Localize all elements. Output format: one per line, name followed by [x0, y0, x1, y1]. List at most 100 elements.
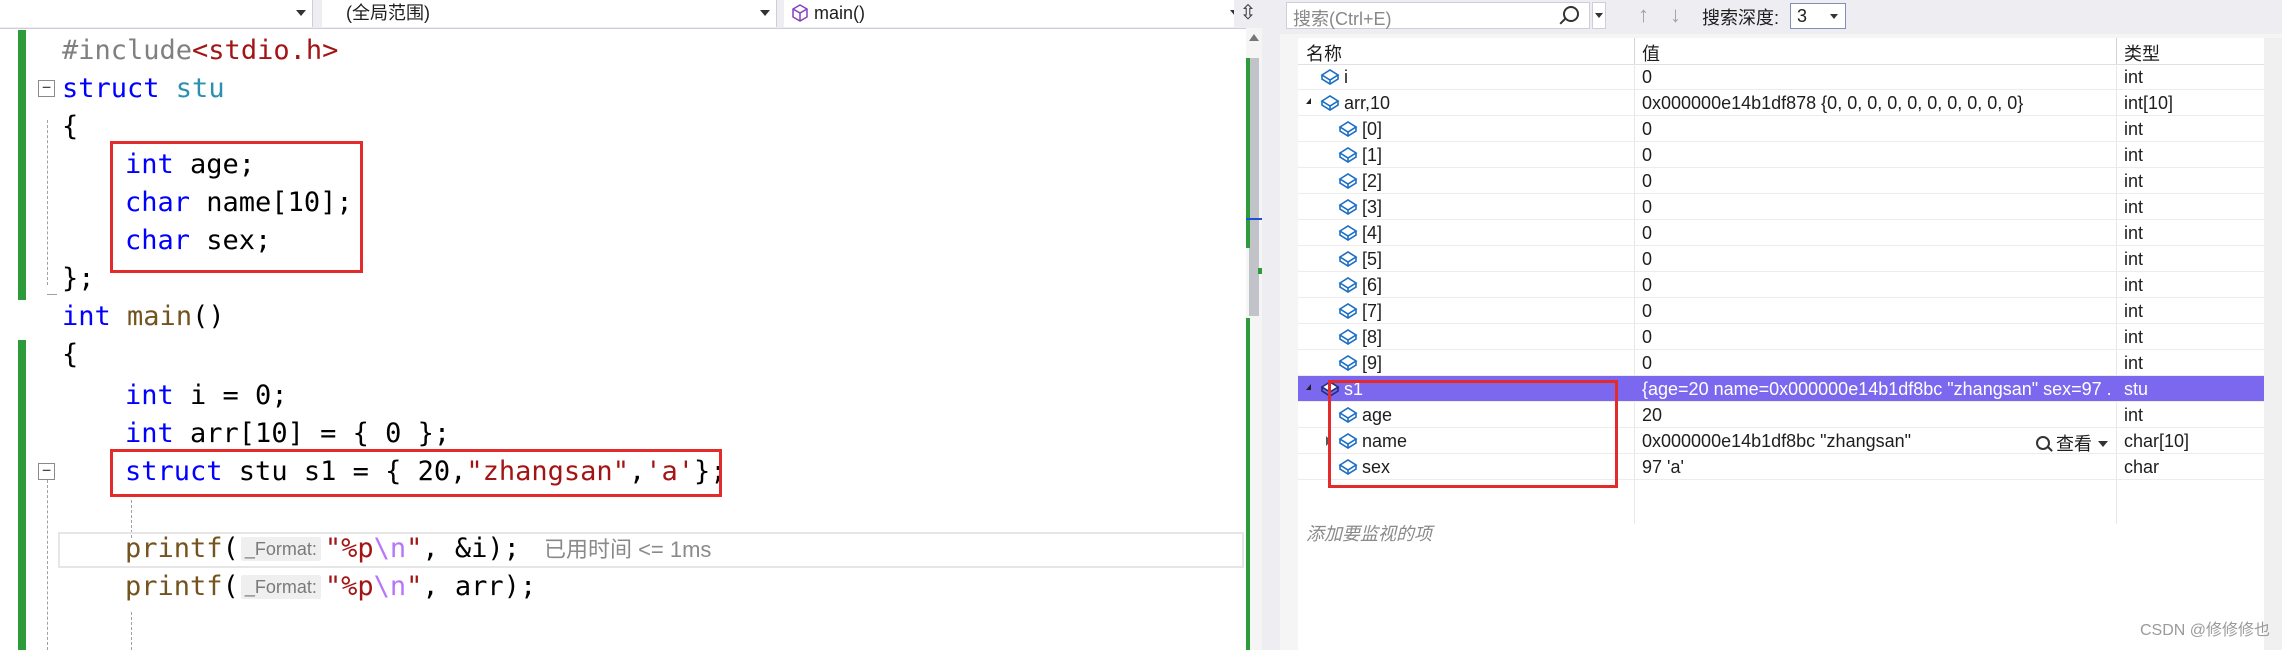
- code-line[interactable]: int i = 0;: [125, 377, 288, 415]
- watch-row-name: [5]: [1362, 249, 1383, 269]
- watch-row-value[interactable]: 0: [1642, 197, 2110, 218]
- expand-toggle-icon[interactable]: [1306, 384, 1311, 390]
- column-header-value[interactable]: 值: [1642, 40, 1660, 66]
- indent-guide: [131, 612, 132, 650]
- watch-row[interactable]: [4] 0 int: [1298, 220, 2264, 246]
- watch-row-value[interactable]: 97 'a': [1642, 457, 2110, 478]
- watch-row-type: char[10]: [2124, 431, 2190, 451]
- watch-row-value[interactable]: {age=20 name=0x000000e14b1df8bc "zhangsa…: [1642, 379, 2110, 400]
- watch-row-value[interactable]: 20: [1642, 405, 2110, 426]
- watch-window: 搜索(Ctrl+E) ↑ ↓ 搜索深度: 3 名称 值 类型 i 0 int arr,…: [1280, 0, 2282, 650]
- watch-row[interactable]: arr,10 0x000000e14b1df878 {0, 0, 0, 0, 0,…: [1298, 90, 2264, 116]
- watch-row-type: int: [2124, 327, 2144, 347]
- search-input[interactable]: 搜索(Ctrl+E): [1286, 2, 1590, 29]
- pane-splitter[interactable]: [1262, 0, 1280, 650]
- watch-row-value[interactable]: 0: [1642, 249, 2110, 270]
- watch-scrollbar[interactable]: [2264, 38, 2282, 650]
- magnifier-icon: [2036, 436, 2050, 450]
- watch-row-name: [3]: [1362, 197, 1383, 217]
- watch-row-value[interactable]: 0: [1642, 327, 2110, 348]
- watch-row-value[interactable]: 0: [1642, 301, 2110, 322]
- variable-icon: [1338, 223, 1358, 243]
- collapse-toggle[interactable]: −: [38, 80, 55, 97]
- watch-row[interactable]: [7] 0 int: [1298, 298, 2264, 324]
- code-line[interactable]: #include<stdio.h>: [62, 32, 338, 70]
- watch-row-type: int: [2124, 223, 2144, 243]
- watch-row-name: [0]: [1362, 119, 1383, 139]
- code-line[interactable]: printf(_Format: "%p\n", arr);: [125, 568, 536, 606]
- search-next-icon[interactable]: ↓: [1670, 3, 1681, 27]
- search-depth-label: 搜索深度:: [1702, 8, 1780, 28]
- search-depth-select[interactable]: 3: [1790, 3, 1846, 29]
- watch-row[interactable]: i 0 int: [1298, 64, 2264, 90]
- watch-row-value[interactable]: 0: [1642, 171, 2110, 192]
- parameter-hint: _Format:: [240, 575, 321, 599]
- column-header-type[interactable]: 类型: [2124, 40, 2160, 66]
- scroll-change-marker: [1246, 318, 1250, 650]
- watch-row-value[interactable]: 0: [1642, 353, 2110, 374]
- project-combo[interactable]: [0, 0, 313, 27]
- scroll-caret-marker: [1246, 218, 1262, 220]
- watch-row-name: [4]: [1362, 223, 1383, 243]
- code-line[interactable]: printf(_Format: "%p\n", &i); 已用时间 <= 1ms: [125, 530, 711, 568]
- watch-row-name: [1]: [1362, 145, 1383, 165]
- code-line[interactable]: int arr[10] = { 0 };: [125, 415, 450, 453]
- annotation-box-struct-members: [110, 141, 363, 273]
- split-window-button[interactable]: ⇳: [1234, 0, 1262, 27]
- watch-row[interactable]: [3] 0 int: [1298, 194, 2264, 220]
- watch-row[interactable]: [9] 0 int: [1298, 350, 2264, 376]
- variable-icon: [1338, 119, 1358, 139]
- watch-row-type: int: [2124, 249, 2144, 269]
- watch-row-value[interactable]: 0: [1642, 67, 2110, 88]
- watch-row-type: int[10]: [2124, 93, 2174, 113]
- parameter-hint: _Format:: [240, 537, 321, 561]
- search-previous-icon[interactable]: ↑: [1638, 3, 1649, 27]
- collapse-toggle[interactable]: −: [38, 463, 55, 480]
- scope-combo[interactable]: (全局范围): [322, 0, 777, 27]
- navigation-bar: (全局范围) main() ⇳: [0, 0, 1262, 29]
- outline-guide: [47, 120, 48, 285]
- watch-row-type: int: [2124, 171, 2144, 191]
- watch-row-name: [6]: [1362, 275, 1383, 295]
- variable-icon: [1338, 353, 1358, 373]
- variable-icon: [1338, 197, 1358, 217]
- annotation-box-s1-members: [1328, 380, 1618, 488]
- watch-row-type: int: [2124, 197, 2144, 217]
- watch-row[interactable]: [1] 0 int: [1298, 142, 2264, 168]
- watch-row[interactable]: [5] 0 int: [1298, 246, 2264, 272]
- watch-row-type: int: [2124, 301, 2144, 321]
- watch-row-value[interactable]: 0: [1642, 145, 2110, 166]
- watch-row-value[interactable]: 0x000000e14b1df878 {0, 0, 0, 0, 0, 0, 0,…: [1642, 93, 2110, 114]
- variable-icon: [1338, 301, 1358, 321]
- column-divider[interactable]: [1634, 38, 1635, 64]
- expand-toggle-icon[interactable]: [1306, 98, 1311, 104]
- watch-row-value[interactable]: 0: [1642, 275, 2110, 296]
- watch-row[interactable]: [0] 0 int: [1298, 116, 2264, 142]
- variable-icon: [1338, 275, 1358, 295]
- chevron-down-icon[interactable]: [2098, 441, 2108, 447]
- code-line[interactable]: {: [62, 336, 78, 374]
- column-divider[interactable]: [2116, 38, 2117, 64]
- watch-row[interactable]: [2] 0 int: [1298, 168, 2264, 194]
- search-options-dropdown[interactable]: [1592, 2, 1606, 29]
- watch-grid[interactable]: 名称 值 类型 i 0 int arr,10 0x000000e14b1df878 {0…: [1298, 38, 2264, 650]
- code-line[interactable]: };: [62, 260, 95, 298]
- scroll-up-icon[interactable]: [1249, 34, 1259, 41]
- code-line[interactable]: {: [62, 108, 78, 146]
- code-line[interactable]: struct stu: [62, 70, 225, 108]
- watch-row-name: [8]: [1362, 327, 1383, 347]
- member-combo[interactable]: main(): [784, 0, 1247, 27]
- add-watch-input[interactable]: 添加要监视的项: [1306, 520, 1432, 546]
- split-icon: ⇳: [1239, 2, 1257, 24]
- variable-icon: [1320, 93, 1340, 113]
- watch-row-value[interactable]: 0: [1642, 119, 2110, 140]
- code-line[interactable]: int main(): [62, 298, 225, 336]
- watch-row-value[interactable]: 0: [1642, 223, 2110, 244]
- column-header-name[interactable]: 名称: [1306, 40, 1342, 66]
- scrollbar-thumb[interactable]: [1249, 58, 1259, 316]
- watch-row[interactable]: [6] 0 int: [1298, 272, 2264, 298]
- search-icon[interactable]: [1563, 6, 1579, 22]
- editor-scrollbar[interactable]: [1246, 28, 1262, 650]
- code-editor[interactable]: (全局范围) main() ⇳ − − #include<stdio.h> st…: [0, 0, 1262, 650]
- watch-row[interactable]: [8] 0 int: [1298, 324, 2264, 350]
